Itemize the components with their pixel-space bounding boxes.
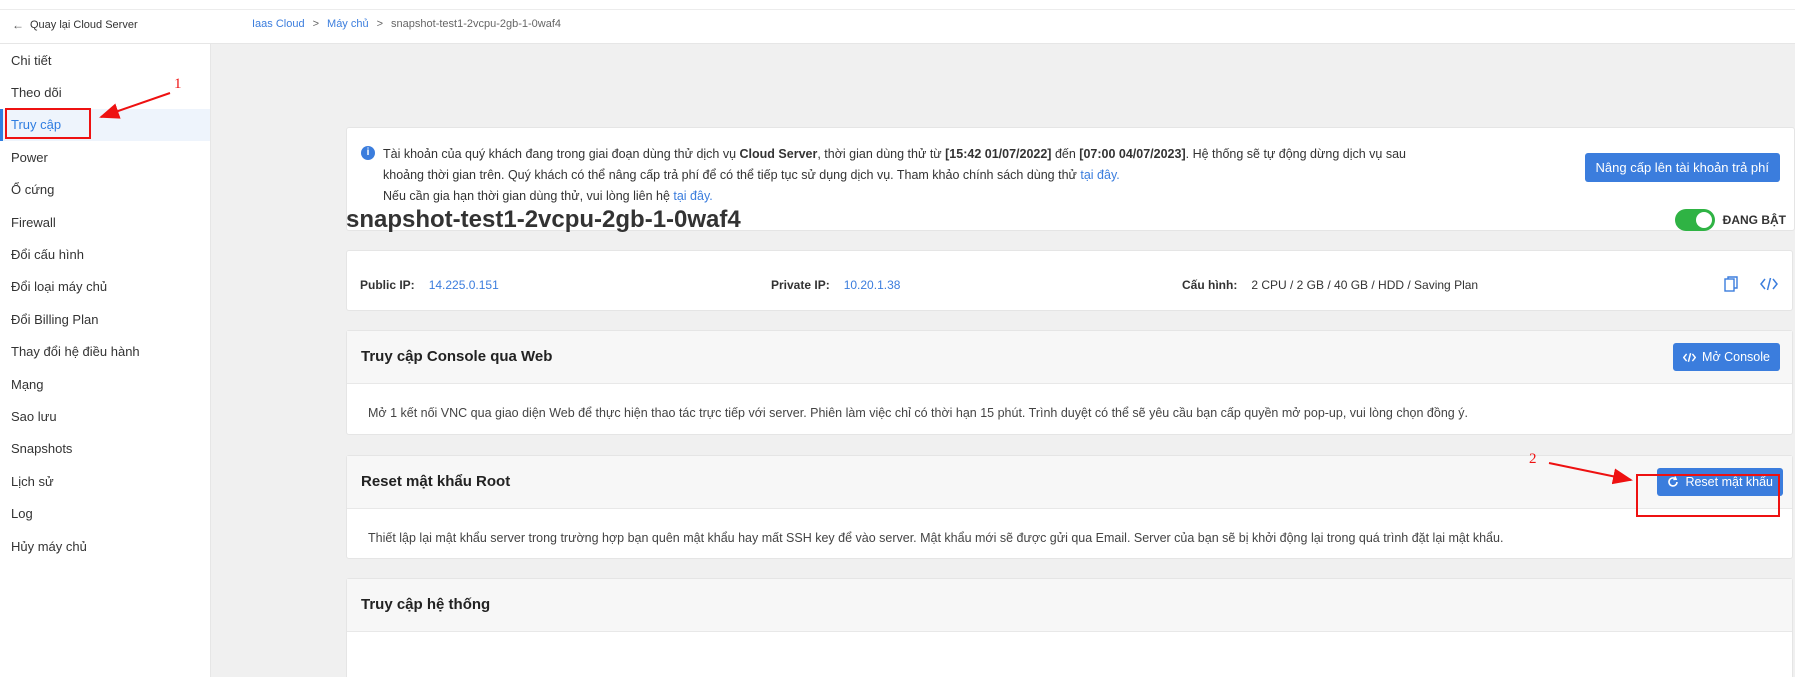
contact-link[interactable]: tại đây.: [673, 189, 712, 203]
trial-notice-text: Tài khoản của quý khách đang trong giai …: [383, 144, 1433, 207]
sidebar-item-label: Lịch sử: [11, 473, 54, 489]
server-info-box: Public IP: 14.225.0.151 Private IP: 10.2…: [346, 250, 1793, 311]
public-ip-value[interactable]: 14.225.0.151: [429, 278, 499, 292]
info-actions: [1722, 275, 1778, 293]
sidebar-item-label: Đổi cấu hình: [11, 247, 84, 263]
sidebar-item-label: Power: [11, 149, 48, 165]
notice-service-name: Cloud Server: [739, 147, 818, 161]
reset-card-header: Reset mật khẩu Root Reset mật khẩu: [347, 456, 1792, 509]
notice-text: Nếu cần gia hạn thời gian dùng thử, vui …: [383, 189, 674, 203]
notice-end-date: [07:00 04/07/2023]: [1079, 147, 1186, 161]
back-link-label: Quay lại Cloud Server: [30, 19, 138, 31]
sidebar-item-network[interactable]: Mạng: [0, 368, 210, 400]
breadcrumb: Iaas Cloud > Máy chủ > snapshot-test1-2v…: [252, 18, 561, 30]
breadcrumb-iaas-cloud[interactable]: Iaas Cloud: [252, 18, 305, 30]
sidebar-item-server-type[interactable]: Đổi loại máy chủ: [0, 271, 210, 303]
sidebar-item-label: Firewall: [11, 214, 56, 230]
notice-text: Tài khoản của quý khách đang trong giai …: [383, 147, 740, 161]
trial-policy-link[interactable]: tại đây.: [1080, 168, 1119, 182]
sidebar-item-snapshots[interactable]: Snapshots: [0, 433, 210, 465]
notice-text: . Hệ thống sẽ tự động dừng dịch vụ sau: [1185, 147, 1406, 161]
console-card-description: Mở 1 kết nối VNC qua giao diện Web để th…: [368, 406, 1468, 420]
annotation-box-2: [1636, 474, 1780, 517]
sidebar-item-power[interactable]: Power: [0, 141, 210, 173]
sidebar-item-label: Theo dõi: [11, 85, 62, 101]
sidebar-item-label: Chi tiết: [11, 52, 52, 68]
sidebar-item-label: Snapshots: [11, 441, 73, 457]
annotation-number-1: 1: [174, 76, 182, 92]
annotation-number-2: 2: [1529, 451, 1537, 467]
notice-text: đến: [1051, 147, 1080, 161]
console-card-title: Truy cập Console qua Web: [361, 348, 553, 365]
reset-card-description: Thiết lập lại mật khẩu server trong trườ…: [368, 531, 1504, 545]
public-ip-field: Public IP: 14.225.0.151: [360, 278, 499, 292]
console-card: Truy cập Console qua Web Mở Console Mở 1…: [346, 330, 1793, 435]
reset-card-title: Reset mật khẩu Root: [361, 473, 511, 490]
open-console-label: Mở Console: [1702, 350, 1770, 364]
reset-password-card: Reset mật khẩu Root Reset mật khẩu Thiết…: [346, 455, 1793, 559]
private-ip-field: Private IP: 10.20.1.38: [771, 278, 900, 292]
sidebar-item-resize[interactable]: Đổi cấu hình: [0, 238, 210, 270]
sidebar-item-history[interactable]: Lịch sử: [0, 465, 210, 497]
config-value: 2 CPU / 2 GB / 40 GB / HDD / Saving Plan: [1251, 278, 1479, 292]
code-icon: [1683, 352, 1697, 362]
console-card-header: Truy cập Console qua Web Mở Console: [347, 331, 1792, 384]
system-access-card: Truy cập hệ thống: [346, 578, 1793, 677]
sidebar-item-label: Hủy máy chủ: [11, 538, 87, 554]
sidebar-item-billing-plan[interactable]: Đổi Billing Plan: [0, 303, 210, 335]
sidebar-item-label: Ổ cứng: [11, 182, 55, 198]
code-icon[interactable]: [1760, 275, 1778, 293]
power-toggle[interactable]: [1674, 209, 1715, 231]
private-ip-value[interactable]: 10.20.1.38: [844, 278, 901, 292]
copy-icon[interactable]: [1722, 275, 1740, 293]
annotation-box-1: [5, 108, 91, 139]
back-to-cloud-server-link[interactable]: ← Quay lại Cloud Server: [12, 18, 138, 32]
sidebar-item-label: Mạng: [11, 376, 44, 392]
sidebar-item-label: Sao lưu: [11, 408, 57, 424]
notice-start-date: [15:42 01/07/2022]: [945, 147, 1052, 161]
upgrade-account-button[interactable]: Nâng cấp lên tài khoản trả phí: [1584, 153, 1780, 182]
sidebar-item-disk[interactable]: Ổ cứng: [0, 174, 210, 206]
open-console-button[interactable]: Mở Console: [1673, 343, 1780, 371]
config-label: Cấu hình:: [1182, 278, 1238, 292]
sidebar-item-log[interactable]: Log: [0, 497, 210, 529]
system-card-title: Truy cập hệ thống: [361, 596, 491, 613]
breadcrumb-separator: >: [376, 18, 384, 30]
notice-text: khoảng thời gian trên. Quý khách có thể …: [383, 168, 1081, 182]
power-status-label: ĐANG BẬT: [1722, 213, 1786, 227]
server-name: snapshot-test1-2vcpu-2gb-1-0waf4: [346, 206, 741, 233]
sidebar-item-firewall[interactable]: Firewall: [0, 206, 210, 238]
breadcrumb-separator: >: [312, 18, 320, 30]
arrow-left-icon: ←: [12, 18, 24, 32]
config-field: Cấu hình: 2 CPU / 2 GB / 40 GB / HDD / S…: [1182, 278, 1478, 292]
sidebar-item-label: Đổi Billing Plan: [11, 311, 99, 327]
info-icon: i: [361, 146, 375, 160]
sidebar-item-label: Thay đổi hệ điều hành: [11, 344, 140, 360]
sidebar-item-label: Log: [11, 506, 33, 522]
sidebar-item-details[interactable]: Chi tiết: [0, 44, 210, 76]
top-divider: [0, 9, 1795, 10]
sidebar-item-change-os[interactable]: Thay đổi hệ điều hành: [0, 336, 210, 368]
notice-text: , thời gian dùng thử từ: [817, 147, 946, 161]
private-ip-label: Private IP:: [771, 278, 830, 292]
breadcrumb-servers[interactable]: Máy chủ: [327, 18, 369, 30]
breadcrumb-current: snapshot-test1-2vcpu-2gb-1-0waf4: [391, 18, 562, 30]
sidebar-item-label: Đổi loại máy chủ: [11, 279, 108, 295]
power-status: ĐANG BẬT: [1674, 209, 1786, 231]
sidebar-item-delete-server[interactable]: Hủy máy chủ: [0, 530, 210, 562]
sidebar-item-backup[interactable]: Sao lưu: [0, 400, 210, 432]
main-content: i Tài khoản của quý khách đang trong gia…: [211, 44, 1795, 677]
system-card-header: Truy cập hệ thống: [347, 579, 1792, 632]
top-bar: ← Quay lại Cloud Server Iaas Cloud > Máy…: [0, 0, 1795, 44]
public-ip-label: Public IP:: [360, 278, 415, 292]
